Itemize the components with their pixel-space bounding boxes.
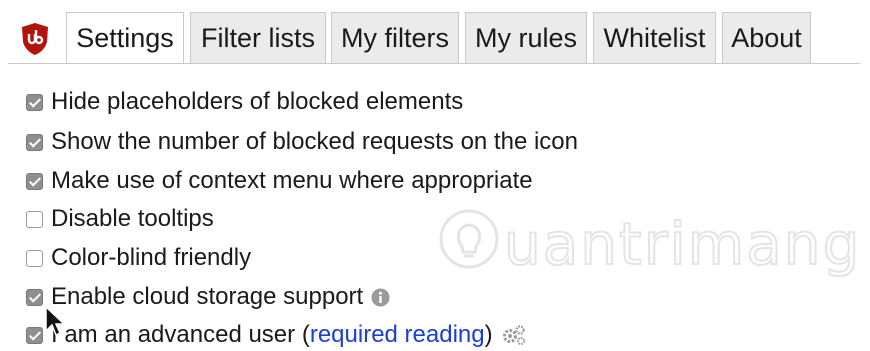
setting-label: I am an advanced user <box>51 321 296 348</box>
required-reading-link[interactable]: required reading <box>310 321 485 349</box>
hide-placeholders-checkbox[interactable] <box>26 93 43 111</box>
setting-show-blocked-count[interactable]: Show the number of blocked requests on t… <box>26 126 578 158</box>
cloud-storage-checkbox[interactable] <box>26 288 43 306</box>
tab-my-rules[interactable]: My rules <box>465 12 587 63</box>
color-blind-checkbox[interactable] <box>26 249 43 267</box>
tab-whitelist[interactable]: Whitelist <box>593 12 716 63</box>
setting-hide-placeholders[interactable]: Hide placeholders of blocked elements <box>26 86 463 118</box>
tab-filter-lists[interactable]: Filter lists <box>190 12 326 63</box>
disable-tooltips-checkbox[interactable] <box>26 210 43 228</box>
setting-color-blind[interactable]: Color-blind friendly <box>26 242 251 274</box>
context-menu-checkbox[interactable] <box>26 172 43 190</box>
ublock-logo-icon <box>22 23 48 55</box>
setting-label: Make use of context menu where appropria… <box>51 167 533 194</box>
advanced-user-checkbox[interactable] <box>26 326 43 344</box>
tab-bar: Settings Filter lists My filters My rule… <box>0 0 870 64</box>
paren-close: ) <box>484 321 493 348</box>
lightbulb-icon <box>439 209 499 269</box>
setting-advanced-user[interactable]: I am an advanced user ( required reading… <box>26 319 527 351</box>
paren-open: ( <box>295 321 310 348</box>
tab-bar-divider <box>8 63 860 64</box>
show-blocked-count-checkbox[interactable] <box>26 133 43 151</box>
mouse-cursor-icon <box>45 305 66 337</box>
gear-icon[interactable] <box>501 324 527 346</box>
setting-label: Show the number of blocked requests on t… <box>51 128 578 155</box>
setting-label: Hide placeholders of blocked elements <box>51 88 464 115</box>
setting-cloud-storage[interactable]: Enable cloud storage support <box>26 281 390 313</box>
tab-about[interactable]: About <box>722 12 811 63</box>
setting-label: Disable tooltips <box>51 205 214 232</box>
info-icon[interactable] <box>371 288 390 307</box>
watermark-text: uantrimang <box>503 209 862 279</box>
tab-settings[interactable]: Settings <box>66 12 184 64</box>
setting-label: Color-blind friendly <box>51 244 252 271</box>
setting-context-menu[interactable]: Make use of context menu where appropria… <box>26 165 533 197</box>
setting-label: Enable cloud storage support <box>51 283 364 310</box>
setting-disable-tooltips[interactable]: Disable tooltips <box>26 203 214 235</box>
tab-my-filters[interactable]: My filters <box>331 12 459 63</box>
watermark: uantrimang <box>438 206 860 279</box>
